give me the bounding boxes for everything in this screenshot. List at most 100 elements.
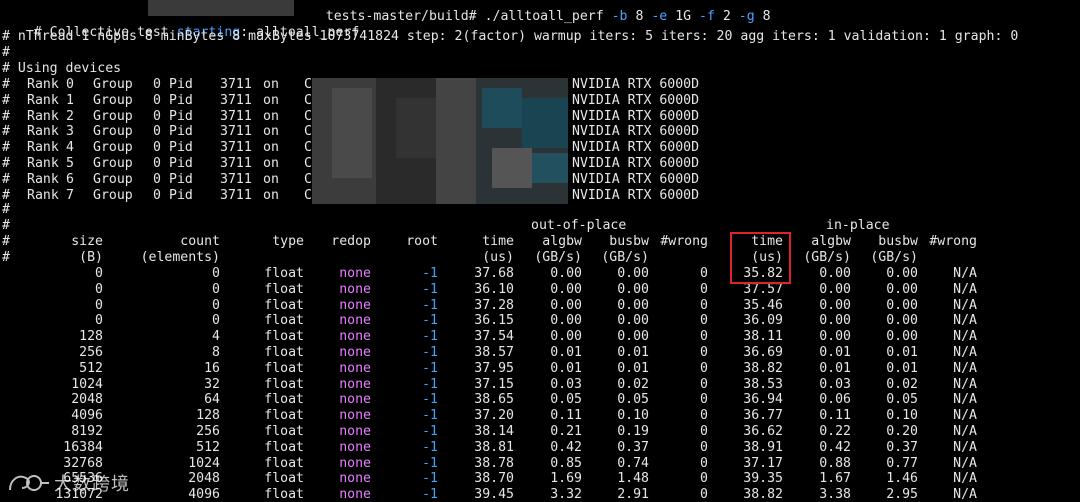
cell-redop: none — [339, 266, 371, 281]
device-on: on — [263, 124, 279, 139]
cell-ip_time: 36.62 — [743, 424, 783, 439]
device-pid: 3711 — [220, 156, 252, 171]
cell-redop: none — [339, 408, 371, 423]
cell-ip_busbw: 0.00 — [886, 266, 918, 281]
redacted-device-block — [312, 78, 568, 204]
device-group-label: Group — [93, 109, 133, 124]
cell-oop_time: 36.10 — [474, 282, 514, 297]
cell-size: 0 — [95, 313, 103, 328]
cell-ip_time: 38.91 — [743, 440, 783, 455]
device-rank: 7 — [66, 188, 74, 203]
cell-oop_wrong: 0 — [700, 408, 708, 423]
device-rank: 4 — [66, 140, 74, 155]
cell-root: -1 — [422, 361, 438, 376]
cell-type: float — [264, 298, 304, 313]
cell-redop: none — [339, 329, 371, 344]
device-pid-label: Pid — [169, 188, 193, 203]
device-pid-label: Pid — [169, 109, 193, 124]
cell-type: float — [264, 282, 304, 297]
terminal-window[interactable]: tests-master/build# ./alltoall_perf -b 8… — [0, 0, 1080, 502]
watermark-logo-icon — [9, 475, 49, 491]
table-hash-1: # — [2, 218, 10, 233]
device-hash: # — [2, 172, 10, 187]
device-rank-label: Rank — [27, 109, 59, 124]
cell-ip_algbw: 0.00 — [819, 282, 851, 297]
command-value-b: 8 — [635, 9, 644, 24]
cell-count: 0 — [212, 298, 220, 313]
cell-count: 4 — [212, 329, 220, 344]
cell-ip_wrong: N/A — [953, 298, 977, 313]
cell-ip_algbw: 1.67 — [819, 471, 851, 486]
cell-oop_time: 37.95 — [474, 361, 514, 376]
device-group: 0 — [153, 140, 161, 155]
cell-ip_wrong: N/A — [953, 424, 977, 439]
cell-oop_algbw: 0.05 — [550, 392, 582, 407]
device-gpu: NVIDIA RTX 6000D — [572, 188, 700, 203]
cell-ip_wrong: N/A — [953, 408, 977, 423]
cell-root: -1 — [422, 440, 438, 455]
cell-type: float — [264, 424, 304, 439]
cell-count: 64 — [204, 392, 220, 407]
cell-type: float — [264, 345, 304, 360]
cell-redop: none — [339, 298, 371, 313]
device-rank-label: Rank — [27, 124, 59, 139]
device-group-label: Group — [93, 140, 133, 155]
cell-ip_time: 36.77 — [743, 408, 783, 423]
spacer-line-2: # — [2, 202, 10, 217]
device-group: 0 — [153, 77, 161, 92]
cell-oop_wrong: 0 — [700, 329, 708, 344]
cell-oop_time: 36.15 — [474, 313, 514, 328]
cell-ip_time: 38.53 — [743, 377, 783, 392]
device-on: on — [263, 77, 279, 92]
device-on: on — [263, 93, 279, 108]
column-header-ip_wrong: #wrong — [929, 234, 977, 249]
cell-size: 8192 — [71, 424, 103, 439]
cell-ip_busbw: 0.00 — [886, 313, 918, 328]
cell-ip_busbw: 0.01 — [886, 361, 918, 376]
device-group-label: Group — [93, 93, 133, 108]
cell-root: -1 — [422, 487, 438, 502]
cell-ip_algbw: 3.38 — [819, 487, 851, 502]
column-header-redop: redop — [331, 234, 371, 249]
cell-oop_wrong: 0 — [700, 440, 708, 455]
device-rank-label: Rank — [27, 188, 59, 203]
cell-ip_wrong: N/A — [953, 487, 977, 502]
cell-ip_algbw: 0.11 — [819, 408, 851, 423]
cell-oop_wrong: 0 — [700, 298, 708, 313]
cell-oop_algbw: 0.00 — [550, 313, 582, 328]
cell-ip_wrong: N/A — [953, 456, 977, 471]
cell-root: -1 — [422, 329, 438, 344]
cell-oop_time: 37.54 — [474, 329, 514, 344]
device-rank-label: Rank — [27, 156, 59, 171]
cell-ip_wrong: N/A — [953, 329, 977, 344]
cell-ip_wrong: N/A — [953, 313, 977, 328]
cell-oop_time: 38.81 — [474, 440, 514, 455]
column-unit-ip_busbw: (GB/s) — [870, 250, 918, 265]
cell-ip_busbw: 0.20 — [886, 424, 918, 439]
cell-oop_wrong: 0 — [700, 345, 708, 360]
cell-redop: none — [339, 487, 371, 502]
cell-size: 0 — [95, 282, 103, 297]
cell-ip_wrong: N/A — [953, 377, 977, 392]
column-header-oop_time: time — [482, 234, 514, 249]
device-group-label: Group — [93, 77, 133, 92]
collective-test-line: # Collective test starting: alltoall_per… — [2, 9, 360, 40]
cell-type: float — [264, 313, 304, 328]
cell-oop_time: 37.68 — [474, 266, 514, 281]
cell-ip_wrong: N/A — [953, 361, 977, 376]
device-rank: 6 — [66, 172, 74, 187]
device-on: on — [263, 172, 279, 187]
cell-oop_algbw: 0.01 — [550, 361, 582, 376]
highlight-box-time-column — [730, 232, 791, 284]
cell-ip_time: 36.69 — [743, 345, 783, 360]
device-gpu: NVIDIA RTX 6000D — [572, 93, 700, 108]
cell-ip_wrong: N/A — [953, 282, 977, 297]
cell-ip_algbw: 0.01 — [819, 361, 851, 376]
column-header-type: type — [272, 234, 304, 249]
column-unit-ip_algbw: (GB/s) — [803, 250, 851, 265]
cell-oop_time: 38.65 — [474, 392, 514, 407]
device-gpu: NVIDIA RTX 6000D — [572, 109, 700, 124]
cell-size: 512 — [79, 361, 103, 376]
cell-ip_algbw: 0.03 — [819, 377, 851, 392]
column-header-ip_busbw: busbw — [878, 234, 918, 249]
